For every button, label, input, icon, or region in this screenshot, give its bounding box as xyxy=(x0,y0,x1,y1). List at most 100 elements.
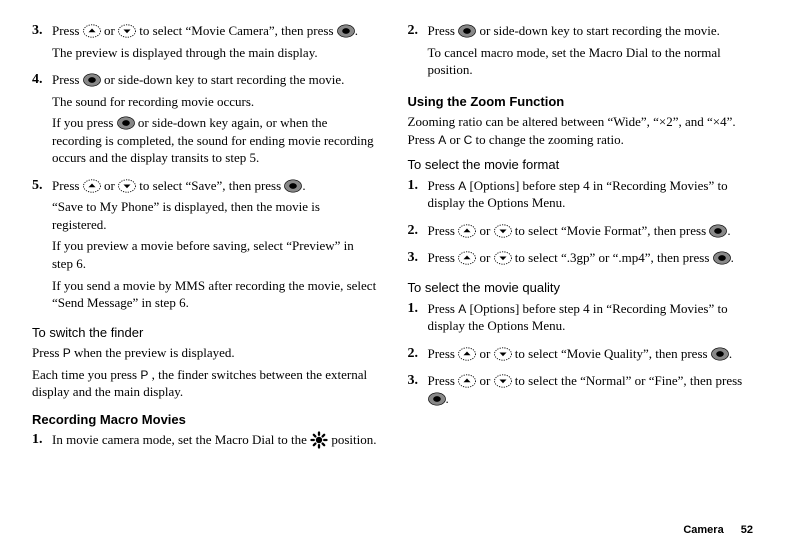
step-2: 2. Press or to select “Movie Format”, th… xyxy=(408,222,754,244)
t: Each time you press xyxy=(32,367,140,382)
t: to change the zooming ratio. xyxy=(475,132,623,147)
heading-switch-finder: To switch the finder xyxy=(32,324,378,342)
t: . xyxy=(731,250,734,265)
t: or xyxy=(479,250,493,265)
t: position. xyxy=(331,432,376,447)
heading-movie-quality: To select the movie quality xyxy=(408,279,754,297)
center-key-icon xyxy=(284,179,302,193)
step-note: To cancel macro mode, set the Macro Dial… xyxy=(428,44,754,79)
body-text: Each time you press P , the finder switc… xyxy=(32,366,378,401)
t: or xyxy=(479,223,493,238)
t: . xyxy=(729,346,732,361)
center-key-icon xyxy=(428,392,446,406)
heading-zoom: Using the Zoom Function xyxy=(408,93,754,111)
heading-movie-format: To select the movie format xyxy=(408,156,754,174)
step-3: 3. Press or to select the “Normal” or “F… xyxy=(408,372,754,411)
t: when the preview is displayed. xyxy=(74,345,235,360)
step-number: 1. xyxy=(32,431,52,454)
body-text: Zooming ratio can be altered between “Wi… xyxy=(408,113,754,148)
t: Press xyxy=(52,23,83,38)
t: If you press xyxy=(52,115,117,130)
down-key-icon xyxy=(494,224,512,238)
step-2: 2. Press or to select “Movie Quality”, t… xyxy=(408,345,754,367)
page-footer: Camera 52 xyxy=(683,523,753,538)
down-key-icon xyxy=(494,251,512,265)
t: or xyxy=(104,23,118,38)
macro-icon xyxy=(310,431,328,449)
t: to select the “Normal” or “Fine”, then p… xyxy=(515,373,742,388)
up-key-icon xyxy=(83,179,101,193)
down-key-icon xyxy=(494,347,512,361)
step-text: Press A [Options] before step 4 in “Reco… xyxy=(428,300,754,335)
step-number: 1. xyxy=(408,177,428,216)
down-key-icon xyxy=(118,24,136,38)
step-note: If you press or side-down key again, or … xyxy=(52,114,378,167)
step-note: The preview is displayed through the mai… xyxy=(52,44,378,62)
center-key-icon xyxy=(711,347,729,361)
step-text: Press A [Options] before step 4 in “Reco… xyxy=(428,177,754,212)
t: to select “Movie Format”, then press xyxy=(515,223,710,238)
body-text: Press P when the preview is displayed. xyxy=(32,344,378,362)
p-key: P xyxy=(140,368,148,382)
t: Press xyxy=(32,345,63,360)
step-2: 2. Press or side-down key to start recor… xyxy=(408,22,754,83)
step-note: “Save to My Phone” is displayed, then th… xyxy=(52,198,378,233)
t: Press xyxy=(428,23,459,38)
t: . xyxy=(302,178,305,193)
t: Press xyxy=(428,373,459,388)
step-3: 3. Press or to select “.3gp” or “.mp4”, … xyxy=(408,249,754,271)
step-text: Press or side-down key to start recordin… xyxy=(428,22,754,40)
down-key-icon xyxy=(494,374,512,388)
step-text: Press or to select “Save”, then press . xyxy=(52,177,378,195)
up-key-icon xyxy=(458,224,476,238)
center-key-icon xyxy=(713,251,731,265)
up-key-icon xyxy=(83,24,101,38)
t: [Options] before step 4 in “Recording Mo… xyxy=(428,178,728,211)
step-number: 2. xyxy=(408,222,428,244)
step-text: Press or to select the “Normal” or “Fine… xyxy=(428,372,754,407)
step-number: 2. xyxy=(408,22,428,83)
t: to select “Movie Camera”, then press xyxy=(139,23,336,38)
step-text: Press or to select “Movie Format”, then … xyxy=(428,222,754,240)
a-key: A xyxy=(438,133,446,147)
step-number: 3. xyxy=(408,372,428,411)
a-key: A xyxy=(458,302,466,316)
t: or side-down key to start recording the … xyxy=(479,23,719,38)
center-key-icon xyxy=(83,73,101,87)
down-key-icon xyxy=(118,179,136,193)
p-key: P xyxy=(63,346,71,360)
t: Press xyxy=(428,178,459,193)
step-1: 1. Press A [Options] before step 4 in “R… xyxy=(408,300,754,339)
t: or side-down key to start recording the … xyxy=(104,72,344,87)
up-key-icon xyxy=(458,347,476,361)
center-key-icon xyxy=(458,24,476,38)
step-number: 3. xyxy=(32,22,52,65)
center-key-icon xyxy=(709,224,727,238)
step-number: 5. xyxy=(32,177,52,316)
step-1: 1. Press A [Options] before step 4 in “R… xyxy=(408,177,754,216)
t: Press xyxy=(428,346,459,361)
t: Press xyxy=(428,250,459,265)
step-text: Press or to select “.3gp” or “.mp4”, the… xyxy=(428,249,754,267)
t: Press xyxy=(52,178,83,193)
up-key-icon xyxy=(458,374,476,388)
t: or xyxy=(479,373,493,388)
t: to select “Save”, then press xyxy=(139,178,284,193)
step-text: Press or to select “Movie Camera”, then … xyxy=(52,22,378,40)
t: Press xyxy=(52,72,83,87)
step-5: 5. Press or to select “Save”, then press… xyxy=(32,177,378,316)
step-text: In movie camera mode, set the Macro Dial… xyxy=(52,431,378,450)
step-1: 1. In movie camera mode, set the Macro D… xyxy=(32,431,378,454)
step-text: Press or side-down key to start recordin… xyxy=(52,71,378,89)
step-text: Press or to select “Movie Quality”, then… xyxy=(428,345,754,363)
t: In movie camera mode, set the Macro Dial… xyxy=(52,432,310,447)
center-key-icon xyxy=(117,116,135,130)
heading-macro-movies: Recording Macro Movies xyxy=(32,411,378,429)
t: Press xyxy=(428,223,459,238)
step-note: If you send a movie by MMS after recordi… xyxy=(52,277,378,312)
left-column: 3. Press or to select “Movie Camera”, th… xyxy=(32,22,378,460)
t: . xyxy=(727,223,730,238)
t: or xyxy=(104,178,118,193)
t: Press xyxy=(428,301,459,316)
c-key: C xyxy=(464,133,473,147)
